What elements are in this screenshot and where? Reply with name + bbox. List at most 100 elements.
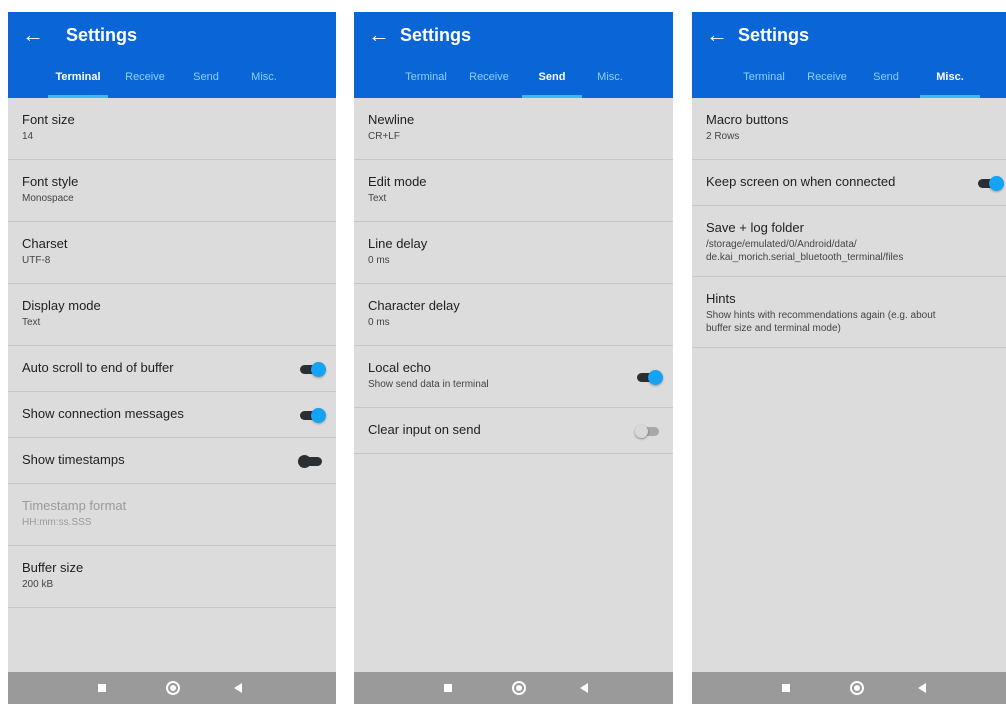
app-bar: ← Settings Terminal Receive Send Misc.: [692, 12, 1006, 98]
setting-title: Save + log folder: [706, 220, 804, 235]
setting-title: Local echo: [368, 360, 431, 375]
arrow-left-icon[interactable]: ←: [22, 24, 44, 46]
circle-icon[interactable]: [166, 681, 180, 695]
square-icon[interactable]: [444, 684, 452, 692]
setting-title: Font size: [22, 112, 75, 127]
switch-thumb: [298, 454, 311, 468]
tab-send[interactable]: Send: [186, 62, 226, 98]
setting-summary: 2 Rows: [706, 131, 740, 142]
setting-title: Clear input on send: [368, 422, 481, 437]
setting-newline[interactable]: Newline CR+LF: [354, 98, 673, 160]
tab-misc[interactable]: Misc.: [244, 62, 284, 98]
screen-misc-settings: ← Settings Terminal Receive Send Misc. M…: [692, 12, 1006, 704]
square-icon[interactable]: [782, 684, 790, 692]
connection-messages-switch[interactable]: [300, 407, 326, 423]
system-nav-bar: [692, 672, 1006, 704]
keep-screen-on-switch[interactable]: [978, 175, 1004, 191]
tab-terminal[interactable]: Terminal: [398, 62, 454, 98]
switch-thumb: [311, 407, 326, 423]
setting-buffer-size[interactable]: Buffer size 200 kB: [8, 546, 336, 608]
setting-title: Font style: [22, 174, 79, 189]
settings-list: Macro buttons 2 Rows Keep screen on when…: [692, 98, 1006, 348]
setting-show-connection-messages[interactable]: Show connection messages: [8, 392, 336, 438]
setting-title: Keep screen on when connected: [706, 174, 896, 189]
setting-summary: 0 ms: [368, 255, 390, 266]
setting-summary-line: Show hints with recommendations again (e…: [706, 310, 936, 321]
setting-save-log-folder[interactable]: Save + log folder /storage/emulated/0/An…: [692, 206, 1006, 277]
tab-misc[interactable]: Misc.: [920, 62, 980, 98]
setting-summary-line: buffer size and terminal mode): [706, 323, 841, 334]
setting-title: Buffer size: [22, 560, 84, 575]
circle-icon[interactable]: [850, 681, 864, 695]
setting-title: Show connection messages: [22, 406, 184, 421]
setting-title: Newline: [368, 112, 415, 127]
setting-title: Hints: [706, 291, 736, 306]
tab-send[interactable]: Send: [522, 62, 582, 98]
setting-summary: HH:mm:ss.SSS: [22, 517, 92, 528]
tab-terminal[interactable]: Terminal: [736, 62, 792, 98]
page-title: Settings: [400, 25, 472, 45]
setting-summary: 200 kB: [22, 579, 54, 590]
setting-summary: Text: [368, 193, 387, 204]
setting-title: Show timestamps: [22, 452, 125, 467]
tab-receive[interactable]: Receive: [120, 62, 170, 98]
tab-terminal[interactable]: Terminal: [48, 62, 108, 98]
settings-list: Newline CR+LF Edit mode Text Line delay …: [354, 98, 673, 454]
timestamps-switch[interactable]: [298, 454, 326, 468]
setting-summary: Monospace: [22, 193, 74, 204]
clear-input-switch[interactable]: [635, 424, 663, 438]
switch-thumb: [311, 361, 326, 377]
switch-thumb: [648, 369, 663, 385]
setting-hints[interactable]: Hints Show hints with recommendations ag…: [692, 277, 1006, 348]
setting-display-mode[interactable]: Display mode Text: [8, 284, 336, 346]
screen-terminal-settings: ← Settings Terminal Receive Send Misc. F…: [8, 12, 336, 704]
setting-auto-scroll[interactable]: Auto scroll to end of buffer: [8, 346, 336, 392]
arrow-left-icon[interactable]: ←: [368, 24, 390, 46]
setting-title: Character delay: [368, 298, 460, 313]
setting-clear-input-on-send[interactable]: Clear input on send: [354, 408, 673, 454]
setting-summary: Show send data in terminal: [368, 379, 489, 390]
setting-show-timestamps[interactable]: Show timestamps: [8, 438, 336, 484]
page-title: Settings: [738, 25, 810, 45]
app-bar: ← Settings Terminal Receive Send Misc.: [354, 12, 673, 98]
setting-font-size[interactable]: Font size 14: [8, 98, 336, 160]
system-nav-bar: [8, 672, 336, 704]
setting-title: Line delay: [368, 236, 428, 251]
setting-timestamp-format: Timestamp format HH:mm:ss.SSS: [8, 484, 336, 546]
triangle-back-icon[interactable]: [234, 683, 242, 693]
tab-bar: Terminal Receive Send Misc.: [692, 62, 1006, 98]
system-nav-bar: [354, 672, 673, 704]
setting-title: Macro buttons: [706, 112, 789, 127]
local-echo-switch[interactable]: [637, 369, 663, 385]
tab-receive[interactable]: Receive: [464, 62, 514, 98]
setting-summary: Text: [22, 317, 41, 328]
switch-thumb: [989, 175, 1004, 191]
setting-keep-screen-on[interactable]: Keep screen on when connected: [692, 160, 1006, 206]
tab-misc[interactable]: Misc.: [590, 62, 630, 98]
setting-summary: 0 ms: [368, 317, 390, 328]
setting-summary: 14: [22, 131, 34, 142]
setting-edit-mode[interactable]: Edit mode Text: [354, 160, 673, 222]
setting-title: Timestamp format: [22, 498, 127, 513]
setting-local-echo[interactable]: Local echo Show send data in terminal: [354, 346, 673, 408]
setting-summary-line: /storage/emulated/0/Android/data/: [706, 239, 857, 250]
setting-font-style[interactable]: Font style Monospace: [8, 160, 336, 222]
setting-summary: UTF-8: [22, 255, 51, 266]
setting-charset[interactable]: Charset UTF-8: [8, 222, 336, 284]
circle-icon[interactable]: [512, 681, 526, 695]
auto-scroll-switch[interactable]: [300, 361, 326, 377]
settings-list: Font size 14 Font style Monospace Charse…: [8, 98, 336, 608]
setting-macro-buttons[interactable]: Macro buttons 2 Rows: [692, 98, 1006, 160]
setting-character-delay[interactable]: Character delay 0 ms: [354, 284, 673, 346]
setting-line-delay[interactable]: Line delay 0 ms: [354, 222, 673, 284]
triangle-back-icon[interactable]: [580, 683, 588, 693]
square-icon[interactable]: [98, 684, 106, 692]
switch-thumb: [635, 424, 648, 438]
tab-send[interactable]: Send: [866, 62, 906, 98]
page-title: Settings: [66, 25, 138, 45]
triangle-back-icon[interactable]: [918, 683, 926, 693]
setting-title: Display mode: [22, 298, 101, 313]
arrow-left-icon[interactable]: ←: [706, 24, 728, 46]
setting-summary-line: de.kai_morich.serial_bluetooth_terminal/…: [706, 252, 904, 263]
tab-receive[interactable]: Receive: [802, 62, 852, 98]
